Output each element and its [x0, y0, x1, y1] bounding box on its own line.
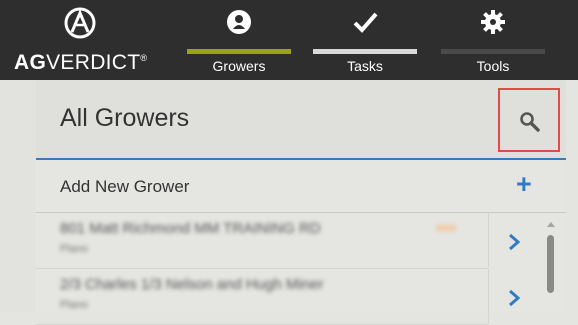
list-item[interactable]: 801 Matt Richmond MM TRAINING RD Plano [36, 213, 488, 269]
grower-location: Plano [60, 243, 89, 255]
tab-growers-label: Growers [212, 58, 266, 74]
plus-icon: + [516, 169, 532, 199]
left-gutter [0, 80, 36, 312]
tab-tasks[interactable]: Tasks [313, 0, 417, 80]
tab-tools-label: Tools [476, 58, 510, 74]
list-item[interactable]: 2/3 Charles 1/3 Nelson and Hugh Miner Pl… [36, 269, 488, 325]
tab-growers-indicator [187, 49, 291, 54]
status-mark [436, 225, 456, 231]
panel-header: All Growers [36, 80, 566, 160]
page-title: All Growers [60, 104, 190, 132]
search-icon [520, 112, 540, 132]
search-button[interactable] [498, 88, 560, 152]
growers-panel: All Growers Add New Grower + 801 Matt Ri… [36, 80, 566, 325]
scrollbar-thumb[interactable] [547, 235, 554, 293]
tab-tools[interactable]: Tools [441, 0, 545, 80]
grower-name: 2/3 Charles 1/3 Nelson and Hugh Miner [60, 276, 324, 293]
chevron-right-icon [509, 233, 521, 251]
grower-location: Plano [60, 299, 89, 311]
scroll-up-arrow-icon[interactable] [547, 222, 555, 227]
open-grower-button[interactable] [488, 269, 541, 324]
tab-tools-indicator [441, 49, 545, 54]
add-new-grower-row[interactable]: Add New Grower + [36, 160, 566, 213]
person-icon [227, 10, 251, 34]
add-new-grower-label: Add New Grower [60, 177, 190, 196]
scrollbar[interactable] [543, 222, 559, 312]
gear-icon [481, 10, 505, 34]
top-navigation-bar: AGVERDICT® Growers Tasks Tools [0, 0, 578, 80]
open-grower-button[interactable] [488, 213, 541, 268]
brand-wordmark: AGVERDICT® [14, 51, 148, 74]
tab-tasks-label: Tasks [347, 58, 383, 74]
agverdict-logo-icon [64, 7, 96, 39]
check-icon [353, 12, 378, 33]
grower-name: 801 Matt Richmond MM TRAINING RD [60, 220, 321, 237]
chevron-right-icon [509, 289, 521, 307]
tab-growers[interactable]: Growers [187, 0, 291, 80]
tab-tasks-indicator [313, 49, 417, 54]
